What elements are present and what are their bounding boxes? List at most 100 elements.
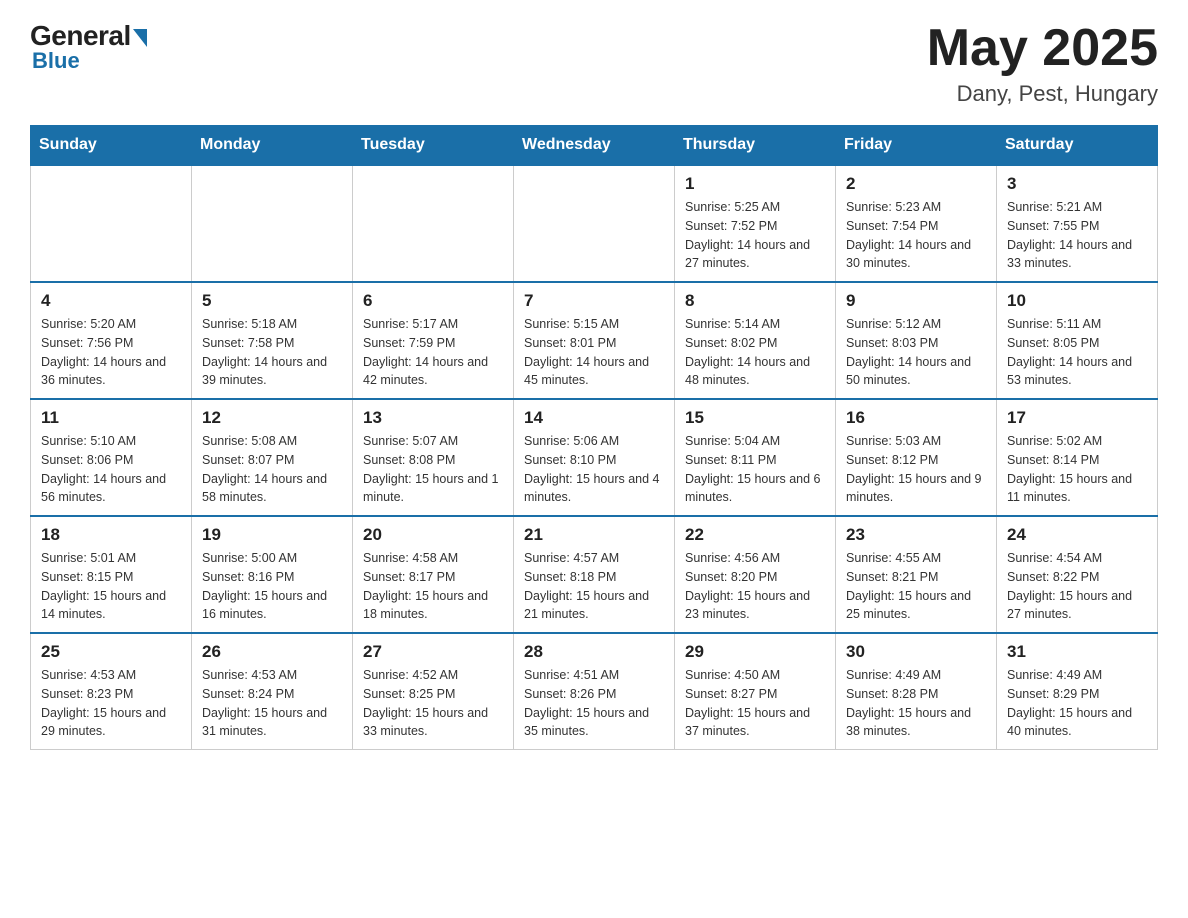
- calendar-table: Sunday Monday Tuesday Wednesday Thursday…: [30, 125, 1158, 750]
- day-number: 12: [202, 408, 342, 428]
- day-number: 4: [41, 291, 181, 311]
- logo: General Blue: [30, 20, 147, 74]
- calendar-week-row: 18 Sunrise: 5:01 AM Sunset: 8:15 PM Dayli…: [31, 516, 1158, 633]
- table-row: 12 Sunrise: 5:08 AM Sunset: 8:07 PM Dayli…: [192, 399, 353, 516]
- table-row: 24 Sunrise: 4:54 AM Sunset: 8:22 PM Dayli…: [997, 516, 1158, 633]
- day-info: Sunrise: 4:55 AM Sunset: 8:21 PM Dayligh…: [846, 549, 986, 624]
- table-row: 6Sunrise: 5:17 AM Sunset: 7:59 PM Daylig…: [353, 282, 514, 399]
- day-number: 25: [41, 642, 181, 662]
- table-row: 2 Sunrise: 5:23 AM Sunset: 7:54 PM Daylig…: [836, 165, 997, 282]
- day-info: Sunrise: 4:54 AM Sunset: 8:22 PM Dayligh…: [1007, 549, 1147, 624]
- day-number: 5: [202, 291, 342, 311]
- day-info: Sunrise: 4:52 AM Sunset: 8:25 PM Dayligh…: [363, 666, 503, 741]
- day-info: Sunrise: 4:49 AM Sunset: 8:28 PM Dayligh…: [846, 666, 986, 741]
- day-info: Sunrise: 5:18 AM Sunset: 7:58 PM Dayligh…: [202, 315, 342, 390]
- title-block: May 2025 Dany, Pest, Hungary: [927, 20, 1158, 107]
- calendar-header-row: Sunday Monday Tuesday Wednesday Thursday…: [31, 126, 1158, 166]
- table-row: 17Sunrise: 5:02 AM Sunset: 8:14 PM Dayli…: [997, 399, 1158, 516]
- day-number: 15: [685, 408, 825, 428]
- day-info: Sunrise: 5:03 AM Sunset: 8:12 PM Dayligh…: [846, 432, 986, 507]
- day-info: Sunrise: 5:01 AM Sunset: 8:15 PM Dayligh…: [41, 549, 181, 624]
- table-row: 3Sunrise: 5:21 AM Sunset: 7:55 PM Daylig…: [997, 165, 1158, 282]
- calendar-week-row: 11 Sunrise: 5:10 AM Sunset: 8:06 PM Dayli…: [31, 399, 1158, 516]
- table-row: 29 Sunrise: 4:50 AM Sunset: 8:27 PM Dayli…: [675, 633, 836, 750]
- day-number: 3: [1007, 174, 1147, 194]
- day-number: 22: [685, 525, 825, 545]
- day-info: Sunrise: 5:20 AM Sunset: 7:56 PM Dayligh…: [41, 315, 181, 390]
- day-info: Sunrise: 4:56 AM Sunset: 8:20 PM Dayligh…: [685, 549, 825, 624]
- day-info: Sunrise: 5:04 AM Sunset: 8:11 PM Dayligh…: [685, 432, 825, 507]
- table-row: 22 Sunrise: 4:56 AM Sunset: 8:20 PM Dayli…: [675, 516, 836, 633]
- col-saturday: Saturday: [997, 126, 1158, 166]
- day-number: 18: [41, 525, 181, 545]
- day-number: 8: [685, 291, 825, 311]
- day-info: Sunrise: 5:00 AM Sunset: 8:16 PM Dayligh…: [202, 549, 342, 624]
- calendar-location: Dany, Pest, Hungary: [927, 81, 1158, 107]
- day-number: 13: [363, 408, 503, 428]
- day-number: 2: [846, 174, 986, 194]
- table-row: 13Sunrise: 5:07 AM Sunset: 8:08 PM Dayli…: [353, 399, 514, 516]
- day-info: Sunrise: 4:53 AM Sunset: 8:24 PM Dayligh…: [202, 666, 342, 741]
- day-number: 16: [846, 408, 986, 428]
- day-info: Sunrise: 5:15 AM Sunset: 8:01 PM Dayligh…: [524, 315, 664, 390]
- day-number: 1: [685, 174, 825, 194]
- col-tuesday: Tuesday: [353, 126, 514, 166]
- day-number: 6: [363, 291, 503, 311]
- table-row: 15 Sunrise: 5:04 AM Sunset: 8:11 PM Dayli…: [675, 399, 836, 516]
- col-friday: Friday: [836, 126, 997, 166]
- day-info: Sunrise: 4:53 AM Sunset: 8:23 PM Dayligh…: [41, 666, 181, 741]
- table-row: 28Sunrise: 4:51 AM Sunset: 8:26 PM Dayli…: [514, 633, 675, 750]
- day-number: 27: [363, 642, 503, 662]
- day-number: 24: [1007, 525, 1147, 545]
- col-wednesday: Wednesday: [514, 126, 675, 166]
- day-number: 7: [524, 291, 664, 311]
- table-row: 19 Sunrise: 5:00 AM Sunset: 8:16 PM Dayli…: [192, 516, 353, 633]
- table-row: [353, 165, 514, 282]
- day-info: Sunrise: 5:06 AM Sunset: 8:10 PM Dayligh…: [524, 432, 664, 507]
- calendar-week-row: 25 Sunrise: 4:53 AM Sunset: 8:23 PM Dayli…: [31, 633, 1158, 750]
- day-number: 31: [1007, 642, 1147, 662]
- table-row: 30Sunrise: 4:49 AM Sunset: 8:28 PM Dayli…: [836, 633, 997, 750]
- day-info: Sunrise: 5:23 AM Sunset: 7:54 PM Dayligh…: [846, 198, 986, 273]
- logo-blue-text: Blue: [32, 48, 80, 74]
- table-row: 10Sunrise: 5:11 AM Sunset: 8:05 PM Dayli…: [997, 282, 1158, 399]
- day-number: 20: [363, 525, 503, 545]
- col-thursday: Thursday: [675, 126, 836, 166]
- day-info: Sunrise: 4:51 AM Sunset: 8:26 PM Dayligh…: [524, 666, 664, 741]
- day-info: Sunrise: 4:50 AM Sunset: 8:27 PM Dayligh…: [685, 666, 825, 741]
- logo-triangle-icon: [133, 29, 147, 47]
- table-row: 25 Sunrise: 4:53 AM Sunset: 8:23 PM Dayli…: [31, 633, 192, 750]
- table-row: 9Sunrise: 5:12 AM Sunset: 8:03 PM Daylig…: [836, 282, 997, 399]
- day-info: Sunrise: 5:10 AM Sunset: 8:06 PM Dayligh…: [41, 432, 181, 507]
- table-row: 4 Sunrise: 5:20 AM Sunset: 7:56 PM Daylig…: [31, 282, 192, 399]
- day-info: Sunrise: 5:25 AM Sunset: 7:52 PM Dayligh…: [685, 198, 825, 273]
- table-row: 18 Sunrise: 5:01 AM Sunset: 8:15 PM Dayli…: [31, 516, 192, 633]
- table-row: 27 Sunrise: 4:52 AM Sunset: 8:25 PM Dayli…: [353, 633, 514, 750]
- table-row: 8 Sunrise: 5:14 AM Sunset: 8:02 PM Daylig…: [675, 282, 836, 399]
- table-row: 23Sunrise: 4:55 AM Sunset: 8:21 PM Dayli…: [836, 516, 997, 633]
- day-number: 26: [202, 642, 342, 662]
- day-number: 19: [202, 525, 342, 545]
- day-number: 29: [685, 642, 825, 662]
- calendar-week-row: 1 Sunrise: 5:25 AM Sunset: 7:52 PM Daylig…: [31, 165, 1158, 282]
- day-info: Sunrise: 4:49 AM Sunset: 8:29 PM Dayligh…: [1007, 666, 1147, 741]
- day-info: Sunrise: 5:11 AM Sunset: 8:05 PM Dayligh…: [1007, 315, 1147, 390]
- table-row: 16 Sunrise: 5:03 AM Sunset: 8:12 PM Dayli…: [836, 399, 997, 516]
- table-row: 31 Sunrise: 4:49 AM Sunset: 8:29 PM Dayli…: [997, 633, 1158, 750]
- col-monday: Monday: [192, 126, 353, 166]
- day-info: Sunrise: 5:08 AM Sunset: 8:07 PM Dayligh…: [202, 432, 342, 507]
- calendar-title: May 2025: [927, 20, 1158, 77]
- day-number: 21: [524, 525, 664, 545]
- col-sunday: Sunday: [31, 126, 192, 166]
- day-number: 17: [1007, 408, 1147, 428]
- table-row: 26 Sunrise: 4:53 AM Sunset: 8:24 PM Dayli…: [192, 633, 353, 750]
- table-row: [192, 165, 353, 282]
- day-number: 9: [846, 291, 986, 311]
- day-info: Sunrise: 5:14 AM Sunset: 8:02 PM Dayligh…: [685, 315, 825, 390]
- day-info: Sunrise: 4:58 AM Sunset: 8:17 PM Dayligh…: [363, 549, 503, 624]
- day-number: 14: [524, 408, 664, 428]
- table-row: 14 Sunrise: 5:06 AM Sunset: 8:10 PM Dayli…: [514, 399, 675, 516]
- day-info: Sunrise: 4:57 AM Sunset: 8:18 PM Dayligh…: [524, 549, 664, 624]
- day-number: 11: [41, 408, 181, 428]
- table-row: [514, 165, 675, 282]
